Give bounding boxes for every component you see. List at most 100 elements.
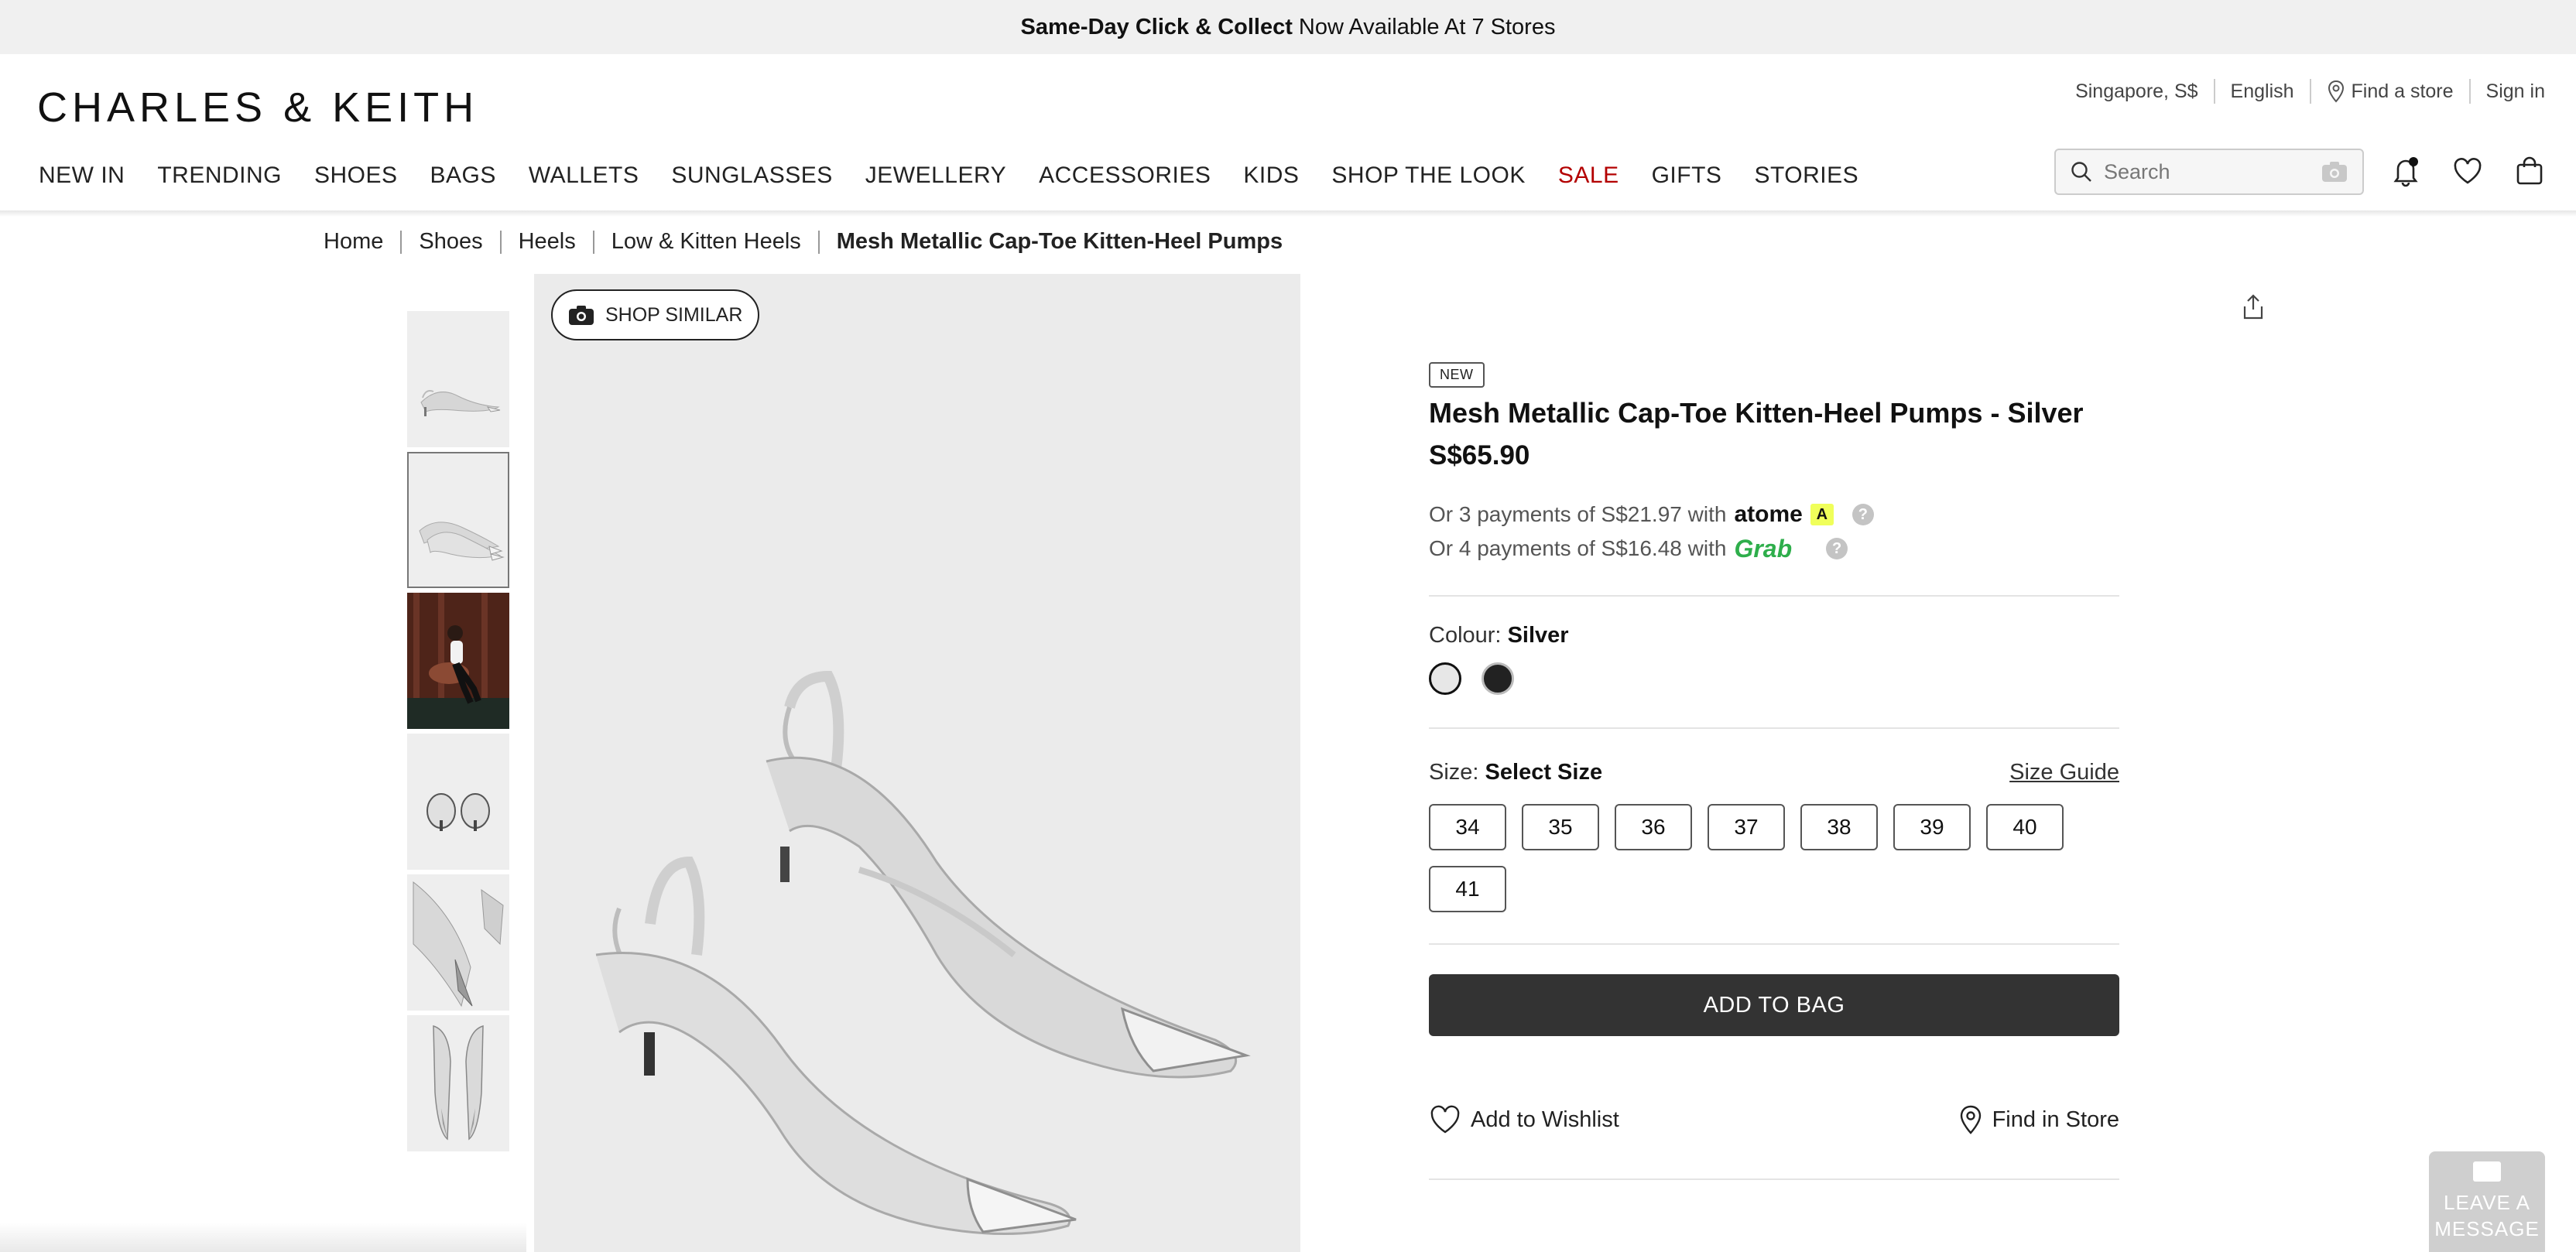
model-lifestyle-image [407, 593, 509, 729]
region-selector[interactable]: Singapore, S$ [2075, 80, 2197, 103]
breadcrumb-shoes[interactable]: Shoes [419, 229, 482, 255]
size-option-40[interactable]: 40 [1986, 804, 2064, 850]
nav-item-jewellery[interactable]: JEWELLERY [865, 162, 1006, 189]
divider [1429, 595, 2119, 597]
breadcrumb-current: Mesh Metallic Cap-Toe Kitten-Heel Pumps [836, 229, 1283, 254]
breadcrumb-heels[interactable]: Heels [519, 229, 576, 255]
brand-logo[interactable]: CHARLES & KEITH [37, 84, 478, 132]
installment-options: Or 3 payments of S$21.97 with atome A ? … [1429, 498, 2119, 566]
add-to-wishlist-label: Add to Wishlist [1471, 1107, 1619, 1132]
promo-banner[interactable]: Same-Day Click & Collect Now Available A… [0, 0, 2576, 54]
header-icons [2390, 155, 2545, 187]
swatch-silver[interactable] [1429, 662, 1461, 695]
shoe-pair-image [419, 522, 505, 561]
sign-in-link[interactable]: Sign in [2486, 80, 2545, 103]
camera-search-icon[interactable] [2321, 160, 2348, 183]
thumbnail-back-view[interactable] [407, 734, 509, 870]
search-bar[interactable]: Search [2054, 149, 2364, 195]
size-option-39[interactable]: 39 [1893, 804, 1971, 850]
bottom-fade [0, 1223, 526, 1252]
thumbnail-list [407, 311, 509, 1151]
notification-bell-icon[interactable] [2390, 155, 2421, 187]
nav-item-trending[interactable]: TRENDING [157, 162, 282, 189]
breadcrumb: Home Shoes Heels Low & Kitten Heels Mesh… [324, 229, 1283, 255]
shoe-top-image [433, 1025, 484, 1141]
thumbnail-top-view[interactable] [407, 1015, 509, 1151]
grab-logo: Grab [1734, 535, 1793, 563]
shoe-side-image [420, 390, 501, 416]
main-nav: NEW IN TRENDING SHOES BAGS WALLETS SUNGL… [39, 162, 1891, 189]
shoe-back-image [426, 793, 490, 831]
colour-label-text: Colour: [1429, 623, 1502, 648]
breadcrumb-divider [400, 230, 402, 254]
divider [2309, 79, 2311, 104]
size-guide-link[interactable]: Size Guide [2009, 760, 2119, 785]
shoe-toe-image [413, 881, 504, 1007]
breadcrumb-home[interactable]: Home [324, 229, 383, 255]
nav-item-accessories[interactable]: ACCESSORIES [1039, 162, 1211, 189]
silver-pumps-image [595, 670, 1251, 1235]
share-icon[interactable] [2242, 294, 2265, 320]
breadcrumb-divider [817, 230, 820, 254]
colour-swatches [1429, 662, 2119, 695]
shopping-bag-icon[interactable] [2514, 156, 2545, 186]
find-in-store-button[interactable]: Find in Store [1958, 1104, 2119, 1135]
search-input[interactable]: Search [2104, 160, 2170, 184]
colour-label: Colour: Silver [1429, 623, 2119, 648]
size-option-34[interactable]: 34 [1429, 804, 1506, 850]
grab-installment: Or 4 payments of S$16.48 with Grab ? [1429, 532, 2119, 566]
nav-item-kids[interactable]: KIDS [1243, 162, 1299, 189]
promo-bold-text: Same-Day Click & Collect [1020, 14, 1293, 39]
divider [1429, 1178, 2119, 1180]
leave-message-line2: MESSAGE [2434, 1217, 2540, 1240]
add-to-bag-button[interactable]: ADD TO BAG [1429, 974, 2119, 1036]
nav-item-shop-the-look[interactable]: SHOP THE LOOK [1331, 162, 1525, 189]
nav-item-sunglasses[interactable]: SUNGLASSES [671, 162, 832, 189]
size-option-36[interactable]: 36 [1615, 804, 1692, 850]
grab-info-icon[interactable]: ? [1826, 538, 1848, 559]
divider [1429, 943, 2119, 945]
size-value: Select Size [1485, 760, 1603, 785]
product-price: S$65.90 [1429, 440, 1530, 470]
thumbnail-side-view[interactable] [407, 311, 509, 447]
search-icon [2071, 162, 2091, 182]
product-title: Mesh Metallic Cap-Toe Kitten-Heel Pumps … [1429, 397, 2084, 429]
thumbnail-toe-closeup[interactable] [407, 874, 509, 1011]
nav-item-stories[interactable]: STORIES [1754, 162, 1858, 189]
envelope-icon [2473, 1161, 2501, 1182]
atome-info-icon[interactable]: ? [1852, 504, 1874, 525]
nav-item-bags[interactable]: BAGS [430, 162, 496, 189]
thumbnail-pair-view[interactable] [407, 452, 509, 588]
utility-links: Singapore, S$ English Find a store Sign … [2075, 79, 2545, 104]
nav-item-wallets[interactable]: WALLETS [529, 162, 639, 189]
header-shadow [0, 210, 2576, 217]
atome-mark-icon: A [1810, 504, 1834, 525]
size-option-35[interactable]: 35 [1522, 804, 1599, 850]
breadcrumb-low-kitten-heels[interactable]: Low & Kitten Heels [611, 229, 801, 255]
language-selector[interactable]: English [2231, 80, 2294, 103]
swatch-black[interactable] [1482, 662, 1514, 695]
main-product-image[interactable]: SHOP SIMILAR [534, 274, 1300, 1252]
colour-section: Colour: Silver [1429, 623, 2119, 695]
find-store-label: Find a store [2351, 80, 2454, 102]
breadcrumb-divider [592, 230, 594, 254]
leave-message-button[interactable]: LEAVE A MESSAGE [2429, 1151, 2545, 1252]
leave-message-line1: LEAVE A [2443, 1191, 2531, 1214]
size-option-41[interactable]: 41 [1429, 866, 1506, 912]
nav-item-sale[interactable]: SALE [1558, 162, 1619, 189]
nav-item-shoes[interactable]: SHOES [314, 162, 398, 189]
size-options: 34 35 36 37 38 39 40 41 [1429, 804, 2119, 912]
nav-item-new-in[interactable]: NEW IN [39, 162, 125, 189]
thumbnail-model-photo[interactable] [407, 593, 509, 729]
location-pin-icon [2328, 80, 2344, 103]
promo-text: Now Available At 7 Stores [1298, 14, 1556, 39]
nav-item-gifts[interactable]: GIFTS [1652, 162, 1722, 189]
add-to-wishlist-button[interactable]: Add to Wishlist [1429, 1104, 1619, 1135]
atome-logo: atome [1734, 501, 1803, 527]
divider [2213, 79, 2215, 104]
size-option-38[interactable]: 38 [1800, 804, 1878, 850]
size-option-37[interactable]: 37 [1708, 804, 1785, 850]
find-store-link[interactable]: Find a store [2327, 80, 2454, 103]
atome-installment-text: Or 3 payments of S$21.97 with [1429, 502, 1727, 526]
wishlist-heart-icon[interactable] [2452, 156, 2483, 186]
